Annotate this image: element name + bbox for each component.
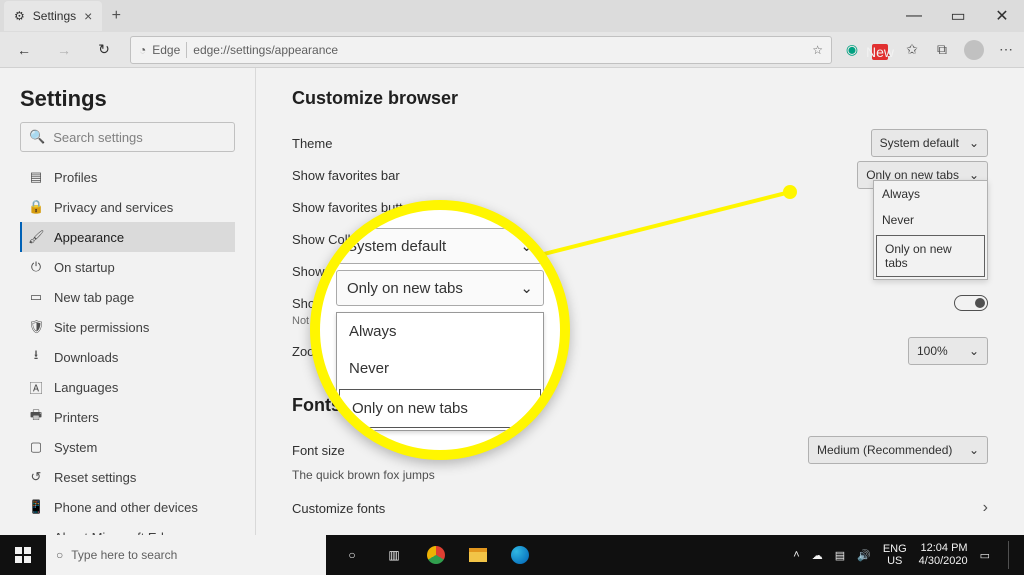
section-heading: Customize browser xyxy=(292,88,988,109)
tab-icon: ▭ xyxy=(28,289,44,305)
home-label: Show home button xyxy=(292,296,400,311)
clock-time: 12:04 PM xyxy=(921,542,968,554)
collections-label: Show Collections button xyxy=(292,232,431,247)
sidebar-item-printers[interactable]: 🖶Printers xyxy=(20,402,235,432)
start-button[interactable] xyxy=(0,535,46,575)
tray-network-icon[interactable]: ▤ xyxy=(835,549,845,562)
taskview-icon[interactable]: ▥ xyxy=(374,535,414,575)
fav-bar-dropdown-menu: Always Never Only on new tabs xyxy=(873,180,988,280)
url-text: edge://settings/appearance xyxy=(193,43,338,57)
maximize-button[interactable]: ▭ xyxy=(936,0,980,32)
zoom-label: Zoom xyxy=(292,344,325,359)
favorites-icon[interactable]: ✩ xyxy=(904,42,920,58)
phone-icon: 📱 xyxy=(28,499,44,515)
fonts-heading: Fonts xyxy=(292,395,988,416)
extension-icon-1[interactable]: ◉ xyxy=(844,42,860,58)
favorite-icon[interactable]: ☆ xyxy=(812,43,823,57)
search-icon: 🔍 xyxy=(29,129,45,145)
settings-title: Settings xyxy=(20,86,235,112)
tray-onedrive-icon[interactable]: ☁ xyxy=(812,549,823,562)
forward-button[interactable]: → xyxy=(50,42,78,58)
collections-icon[interactable]: ⧉ xyxy=(934,42,950,58)
profile-icon: ▤ xyxy=(28,169,44,185)
callout-dot xyxy=(783,185,797,199)
search-settings-input[interactable]: 🔍 Search settings xyxy=(20,122,235,152)
tab-close-icon[interactable]: × xyxy=(84,8,92,24)
minimize-button[interactable]: — xyxy=(892,0,936,32)
engine-label: Edge xyxy=(152,43,180,57)
sidebar-item-permissions[interactable]: 🛡Site permissions xyxy=(20,312,235,342)
theme-select[interactable]: System default ⌄ xyxy=(871,129,988,157)
address-bar[interactable]: ◔ Edge edge://settings/appearance ☆ xyxy=(130,36,832,64)
reset-icon: ↺ xyxy=(28,469,44,485)
sidebar-item-privacy[interactable]: 🔒Privacy and services xyxy=(20,192,235,222)
font-preview: The quick brown fox jumps xyxy=(292,468,988,482)
sidebar-item-appearance[interactable]: 🖌Appearance xyxy=(20,222,235,252)
chevron-down-icon: ⌄ xyxy=(969,344,979,358)
sidebar-item-startup[interactable]: ⏻On startup xyxy=(20,252,235,282)
download-icon: ⭳ xyxy=(28,346,44,368)
chevron-down-icon: ⌄ xyxy=(969,443,979,457)
system-icon: ▢ xyxy=(28,439,44,455)
font-size-label: Font size xyxy=(292,443,345,458)
menu-icon[interactable]: ⋯ xyxy=(998,42,1014,58)
lock-icon: 🔒 xyxy=(28,199,44,215)
search-placeholder: Search settings xyxy=(53,130,143,145)
system-tray[interactable]: ˄ ☁ ▤ 🔊 ENG US 12:04 PM 4/30/2020 ▭ xyxy=(783,541,1024,569)
sidebar-item-reset[interactable]: ↺Reset settings xyxy=(20,462,235,492)
browser-tab[interactable]: ⚙ Settings × xyxy=(4,1,102,31)
font-size-select[interactable]: Medium (Recommended) ⌄ xyxy=(808,436,988,464)
taskbar-chrome-icon[interactable] xyxy=(416,535,456,575)
sidebar-item-phone[interactable]: 📱Phone and other devices xyxy=(20,492,235,522)
cortana-icon[interactable]: ○ xyxy=(332,535,372,575)
dropdown-option-new-tabs[interactable]: Only on new tabs xyxy=(876,235,985,277)
power-icon: ⏻ xyxy=(28,259,44,275)
search-icon: ○ xyxy=(56,548,63,562)
refresh-button[interactable]: ↻ xyxy=(90,41,118,58)
tray-volume-icon[interactable]: 🔊 xyxy=(857,549,871,562)
chevron-down-icon: ⌄ xyxy=(969,136,979,150)
fav-button-label: Show favorites button xyxy=(292,200,417,215)
titlebar: ⚙ Settings × + — ▭ ✕ xyxy=(0,0,1024,32)
taskbar-explorer-icon[interactable] xyxy=(458,535,498,575)
language-icon: 🄰 xyxy=(28,378,44,397)
sidebar-item-system[interactable]: ▢System xyxy=(20,432,235,462)
home-sub: Not shown xyxy=(292,315,988,327)
dropdown-option-always[interactable]: Always xyxy=(874,181,987,207)
customize-fonts-label: Customize fonts xyxy=(292,501,385,516)
home-toggle[interactable] xyxy=(954,295,988,311)
printer-icon: 🖶 xyxy=(28,406,44,428)
sidebar-item-profiles[interactable]: ▤Profiles xyxy=(20,162,235,192)
new-tab-button[interactable]: + xyxy=(102,7,130,25)
shield-icon: 🛡 xyxy=(28,319,44,335)
brush-icon: 🖌 xyxy=(28,229,44,245)
address-bar-row: ← → ↻ ◔ Edge edge://settings/appearance … xyxy=(0,32,1024,68)
sidebar-item-languages[interactable]: 🄰Languages xyxy=(20,372,235,402)
sidebar-item-downloads[interactable]: ⭳Downloads xyxy=(20,342,235,372)
dropdown-option-never[interactable]: Never xyxy=(874,207,987,233)
tray-chevron-icon[interactable]: ˄ xyxy=(793,549,799,561)
clock-date: 4/30/2020 xyxy=(919,555,968,567)
profile-icon[interactable] xyxy=(964,40,984,60)
back-button[interactable]: ← xyxy=(10,42,38,58)
close-window-button[interactable]: ✕ xyxy=(980,0,1024,32)
sidebar-item-newtab[interactable]: ▭New tab page xyxy=(20,282,235,312)
theme-label: Theme xyxy=(292,136,332,151)
gear-icon: ⚙ xyxy=(14,9,25,23)
windows-taskbar: ○ Type here to search ○ ▥ ˄ ☁ ▤ 🔊 ENG US… xyxy=(0,535,1024,575)
extension-icon-2[interactable]: New xyxy=(874,42,890,58)
zoom-select[interactable]: 100% ⌄ xyxy=(908,337,988,365)
show-desktop[interactable] xyxy=(1008,541,1014,569)
chevron-right-icon[interactable]: › xyxy=(983,499,988,517)
settings-content: Customize browser Theme System default ⌄… xyxy=(256,68,1024,535)
notifications-icon[interactable]: ▭ xyxy=(980,549,990,562)
edge-icon: ◔ xyxy=(139,43,146,57)
taskbar-search[interactable]: ○ Type here to search xyxy=(46,535,326,575)
tab-title: Settings xyxy=(33,9,76,23)
feedback-label: Show feedback button xyxy=(292,264,421,279)
fav-bar-label: Show favorites bar xyxy=(292,168,400,183)
taskbar-edge-icon[interactable] xyxy=(500,535,540,575)
settings-sidebar: Settings 🔍 Search settings ▤Profiles 🔒Pr… xyxy=(0,68,256,535)
